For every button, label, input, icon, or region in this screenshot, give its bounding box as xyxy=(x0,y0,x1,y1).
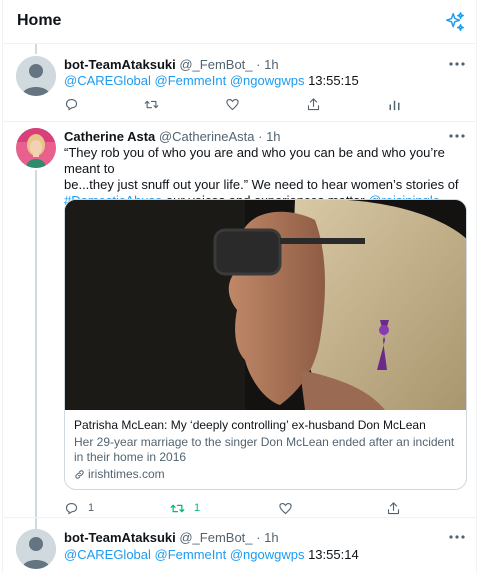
like-button[interactable] xyxy=(278,499,293,517)
display-name[interactable]: bot-TeamAtaksuki xyxy=(64,57,176,72)
tweet-actions xyxy=(64,95,404,113)
tweet-author: bot-TeamAtaksuki @_FemBot_ · 1h xyxy=(64,57,279,72)
timeline: Home bot-TeamAtaksuki @_FemBot_ · 1h @CA… xyxy=(2,0,477,573)
default-avatar-icon xyxy=(16,529,56,569)
tweet-text: @CAREGlobal @FemmeInt @ngowgwps 13:55:15 xyxy=(64,73,359,89)
display-name[interactable]: bot-TeamAtaksuki xyxy=(64,530,176,545)
article-photo xyxy=(65,200,466,410)
card-description-line: in their home in 2016 xyxy=(74,450,187,464)
retweet-button[interactable] xyxy=(144,95,159,113)
handle[interactable]: @_FemBot_ xyxy=(179,57,252,72)
profile-photo xyxy=(16,128,56,168)
mention-links[interactable]: @CAREGlobal @FemmeInt @ngowgwps xyxy=(64,547,304,562)
reply-button[interactable]: 1 xyxy=(64,499,94,517)
card-description: Her 29-year marriage to the singer Don M… xyxy=(74,435,457,465)
retweet-icon xyxy=(144,100,159,108)
tweet-text: @CAREGlobal @FemmeInt @ngowgwps 13:55:14 xyxy=(64,547,359,563)
analytics-icon xyxy=(389,100,400,110)
tweet-actions: 1 1 xyxy=(64,499,404,517)
card-title[interactable]: Patrisha McLean: My ‘deeply controlling’… xyxy=(74,418,457,433)
mention-links[interactable]: @CAREGlobal @FemmeInt @ngowgwps xyxy=(64,73,304,88)
reply-count: 1 xyxy=(88,502,95,514)
more-icon[interactable] xyxy=(448,133,466,139)
display-name[interactable]: Catherine Asta xyxy=(64,129,155,144)
avatar[interactable] xyxy=(16,128,56,168)
tweet-time[interactable]: 1h xyxy=(264,530,278,545)
retweet-count: 1 xyxy=(194,502,201,514)
heart-icon xyxy=(279,502,292,514)
link-card[interactable]: Patrisha McLean: My ‘deeply controlling’… xyxy=(64,199,467,490)
link-icon xyxy=(75,470,84,479)
tweet-time[interactable]: 1h xyxy=(264,57,278,72)
default-avatar-icon xyxy=(16,56,56,96)
tweet[interactable]: Catherine Asta @CatherineAsta · 1h “They… xyxy=(3,122,476,518)
avatar[interactable] xyxy=(16,529,56,569)
tweet-author: bot-TeamAtaksuki @_FemBot_ · 1h xyxy=(64,530,279,545)
tweet-text-line: “They rob you of who you are and who you… xyxy=(64,145,445,176)
card-domain-text: irishtimes.com xyxy=(88,467,165,481)
share-button[interactable] xyxy=(306,95,321,113)
tweet[interactable]: bot-TeamAtaksuki @_FemBot_ · 1h @CAREGlo… xyxy=(3,44,476,122)
home-header: Home xyxy=(3,0,476,44)
tweet-text-line: be...they just snuff out your life.” We … xyxy=(64,177,459,192)
handle[interactable]: @CatherineAsta xyxy=(159,129,255,144)
heart-icon xyxy=(226,98,239,110)
avatar[interactable] xyxy=(16,56,56,96)
separator: · xyxy=(256,57,261,72)
page-title: Home xyxy=(17,12,62,29)
share-icon xyxy=(307,97,320,110)
reply-icon xyxy=(65,98,78,110)
handle[interactable]: @_FemBot_ xyxy=(179,530,252,545)
reply-icon xyxy=(65,502,78,514)
share-icon xyxy=(387,501,400,514)
card-description-line: Her 29-year marriage to the singer Don M… xyxy=(74,435,455,449)
card-info: Patrisha McLean: My ‘deeply controlling’… xyxy=(74,418,457,482)
reply-button[interactable] xyxy=(64,95,79,113)
retweet-icon xyxy=(170,504,185,512)
tweet-author: Catherine Asta @CatherineAsta · 1h xyxy=(64,129,281,144)
tweet[interactable]: bot-TeamAtaksuki @_FemBot_ · 1h @CAREGlo… xyxy=(3,518,476,573)
more-icon[interactable] xyxy=(448,534,466,540)
tweet-timestamp: 13:55:14 xyxy=(308,547,359,562)
sparkle-icon[interactable] xyxy=(444,11,466,33)
retweet-button[interactable]: 1 xyxy=(170,499,200,517)
separator: · xyxy=(258,129,263,144)
more-icon[interactable] xyxy=(448,61,466,67)
tweet-timestamp: 13:55:15 xyxy=(308,73,359,88)
card-domain: irishtimes.com xyxy=(74,467,457,482)
like-button[interactable] xyxy=(225,95,240,113)
share-button[interactable] xyxy=(386,499,401,517)
tweet-time[interactable]: 1h xyxy=(266,129,280,144)
separator: · xyxy=(256,530,261,545)
analytics-button[interactable] xyxy=(387,95,402,113)
